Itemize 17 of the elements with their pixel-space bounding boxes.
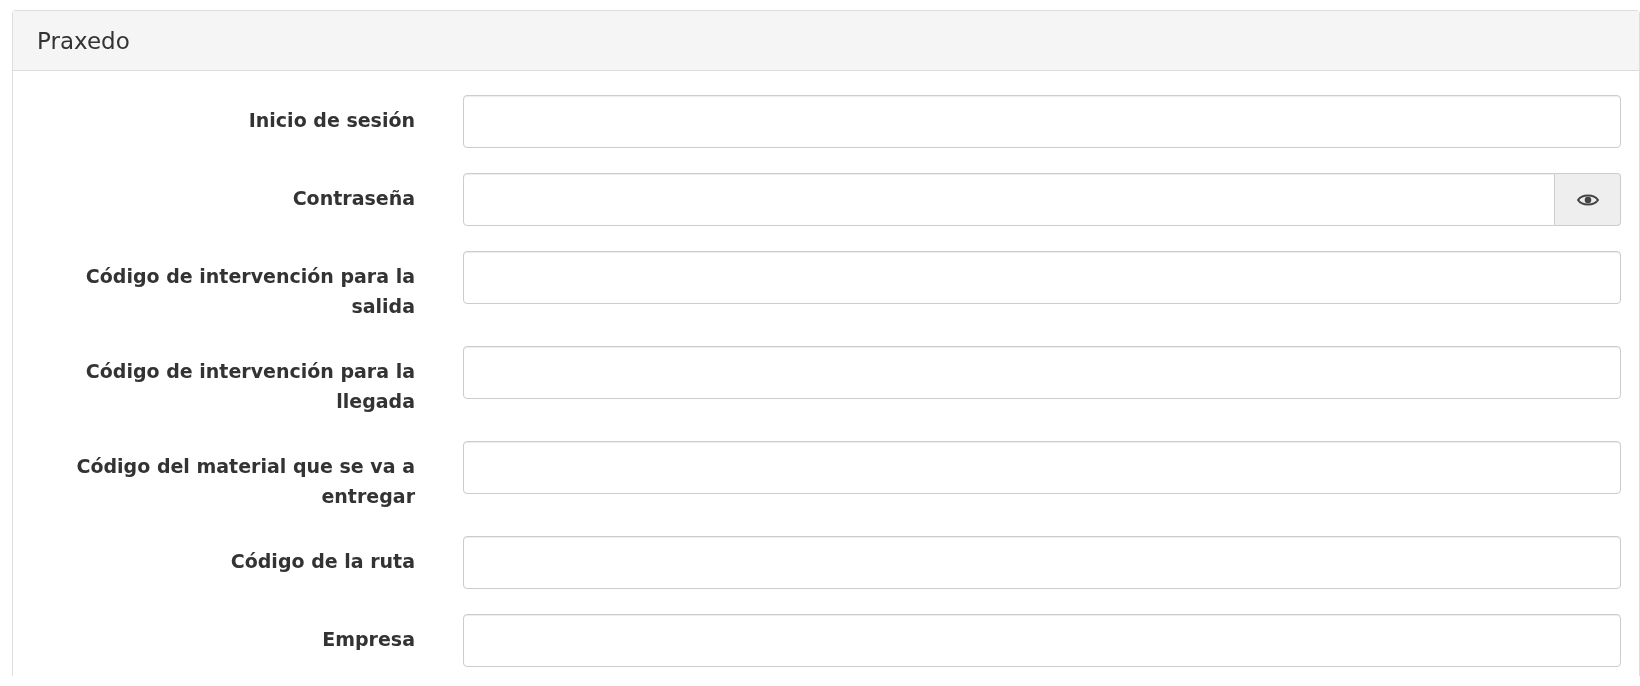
field-label: Código de intervención para la llegada xyxy=(84,359,415,414)
text-field[interactable] xyxy=(463,95,1621,148)
field-label: Código del material que se va a entregar xyxy=(75,454,415,509)
field-label: Inicio de sesión xyxy=(247,108,415,133)
text-field[interactable] xyxy=(463,614,1621,667)
text-field[interactable] xyxy=(463,441,1621,494)
text-field[interactable] xyxy=(463,536,1621,589)
show-password-button[interactable] xyxy=(1555,173,1621,226)
panel-title: Praxedo xyxy=(37,27,130,54)
field-label: Código de intervención para la salida xyxy=(84,264,415,319)
text-field[interactable] xyxy=(463,251,1621,304)
text-field[interactable] xyxy=(463,346,1621,399)
password-field[interactable] xyxy=(463,173,1555,226)
eye-icon xyxy=(1576,192,1599,207)
field-label: Contraseña xyxy=(291,186,415,211)
field-label: Empresa xyxy=(321,627,415,652)
field-label: Código de la ruta xyxy=(229,549,415,574)
